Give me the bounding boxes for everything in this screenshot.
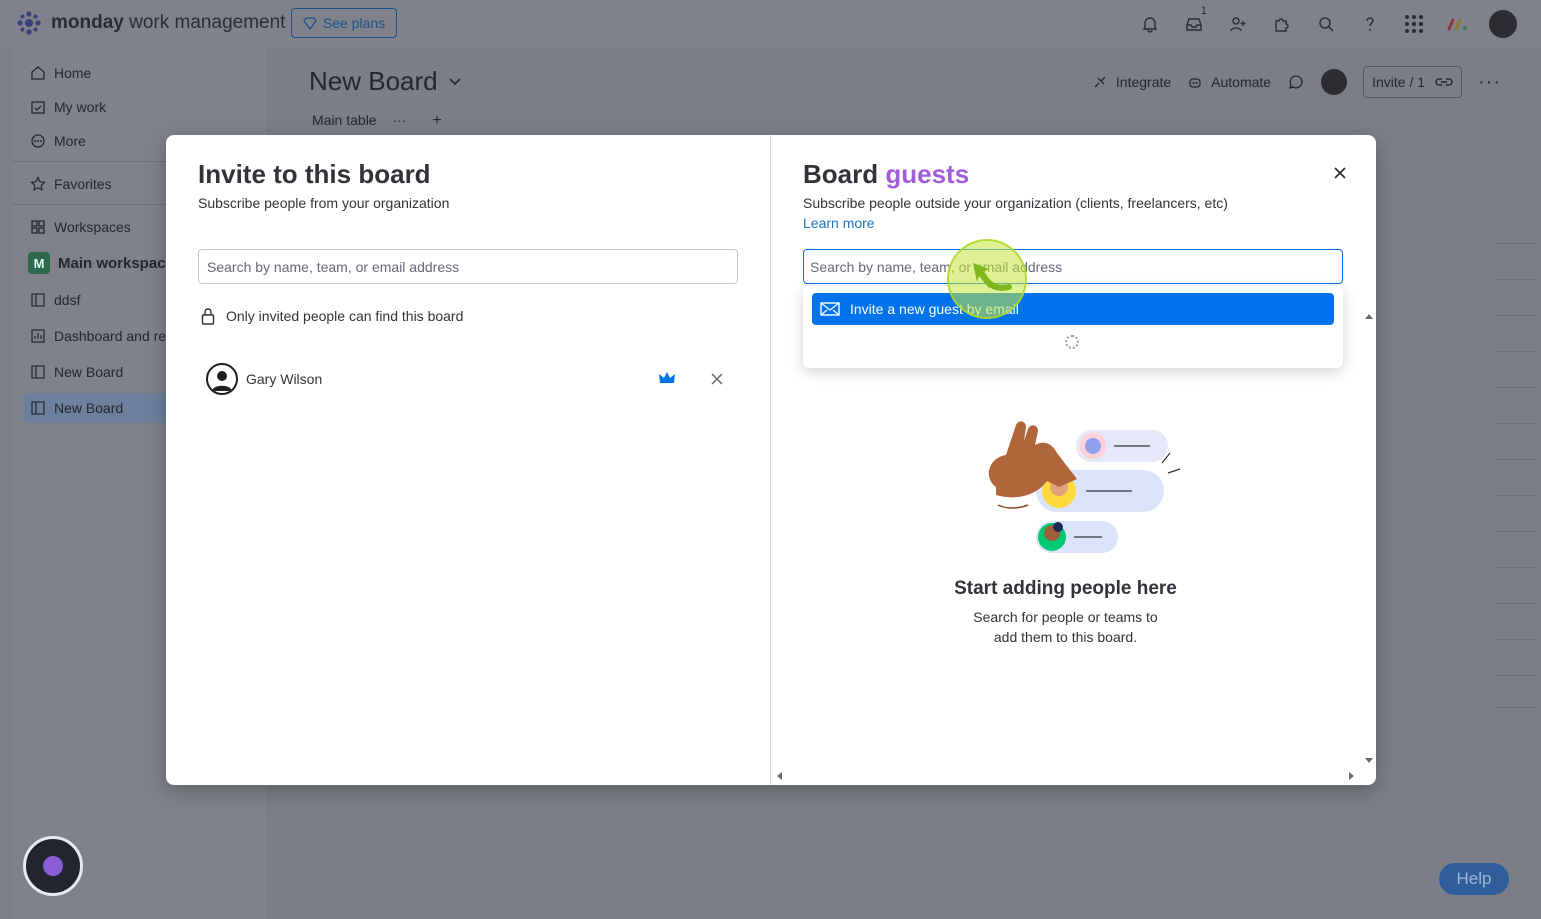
integrate-icon	[1094, 76, 1106, 88]
cursor-arrow-icon	[973, 263, 1012, 291]
guest-search-dropdown: Invite a new guest by email	[803, 286, 1343, 368]
table-row-line	[1496, 423, 1536, 424]
table-row-line	[1496, 387, 1536, 388]
inbox-badge: 1	[1200, 5, 1207, 17]
integrate-button[interactable]: Integrate	[1092, 74, 1171, 90]
recorder-button[interactable]	[23, 836, 83, 896]
table-row-line	[1496, 707, 1536, 708]
table-row-line	[1496, 495, 1536, 496]
remove-member-icon[interactable]	[708, 370, 726, 388]
board-share-icon	[31, 401, 45, 415]
empty-state-title: Start adding people here	[954, 578, 1177, 599]
workspace-selector[interactable]: M Main workspace	[28, 248, 168, 278]
table-row-line	[1496, 531, 1536, 532]
search-icon[interactable]	[1311, 9, 1341, 39]
help-icon[interactable]	[1355, 9, 1385, 39]
calendar-check-icon	[31, 101, 45, 114]
table-row-line	[1496, 243, 1536, 244]
modal-divider	[770, 135, 771, 785]
envelope-icon	[820, 302, 840, 316]
invite-members-button[interactable]: Invite / 1	[1363, 66, 1463, 98]
loading-spinner-icon	[1065, 335, 1079, 349]
scroll-up-arrow-icon[interactable]	[1364, 312, 1374, 320]
board-more-icon[interactable]: ···	[1478, 71, 1501, 94]
invite-panel-title: Invite to this board	[198, 159, 431, 189]
dashboard-icon	[31, 329, 45, 343]
table-row-line	[1496, 675, 1536, 676]
workspace-badge: M	[28, 252, 50, 274]
robot-icon	[1189, 78, 1201, 88]
record-dot-icon	[43, 856, 63, 876]
home-icon	[31, 66, 45, 80]
sidebar-board-new-board-active[interactable]: New Board	[30, 393, 123, 423]
table-row-line	[1496, 279, 1536, 280]
sidebar-item-favorites[interactable]: Favorites	[30, 169, 112, 199]
sidebar-item-more[interactable]: More	[30, 126, 86, 156]
tab-main-table[interactable]: Main table ··· +	[312, 112, 442, 130]
monday-logo-icon[interactable]	[16, 10, 42, 36]
board-icon	[31, 365, 45, 379]
board-title[interactable]: New Board	[309, 66, 462, 97]
empty-state-subtitle: Search for people or teams to add them t…	[973, 609, 1158, 645]
crown-icon[interactable]	[658, 371, 676, 385]
guests-panel-title: Board guests	[803, 159, 970, 189]
user-avatar[interactable]	[1487, 8, 1519, 40]
sidebar-item-workspaces[interactable]: Workspaces	[30, 212, 131, 242]
table-row-line	[1496, 603, 1536, 604]
table-row-line	[1496, 639, 1536, 640]
invite-panel-subtitle: Subscribe people from your organization	[198, 195, 450, 211]
sidebar-board-new-board[interactable]: New Board	[30, 357, 123, 387]
chevron-down-icon	[449, 77, 461, 85]
scroll-right-arrow-icon[interactable]	[1348, 771, 1356, 781]
see-plans-button[interactable]: See plans	[291, 8, 397, 38]
sidebar-item-home[interactable]: Home	[30, 58, 91, 88]
top-bar: monday work management See plans 1	[0, 0, 1541, 48]
updates-chat-icon[interactable]	[1287, 73, 1305, 91]
invite-member-icon[interactable]	[1223, 9, 1253, 39]
bell-icon[interactable]	[1135, 9, 1165, 39]
member-avatar	[206, 363, 238, 395]
table-row-line	[1496, 567, 1536, 568]
table-row-line	[1496, 459, 1536, 460]
star-icon	[30, 176, 46, 192]
apps-puzzle-icon[interactable]	[1267, 9, 1297, 39]
monday-product-icon[interactable]	[1443, 9, 1473, 39]
diamond-icon	[303, 17, 317, 30]
close-modal-button[interactable]	[1328, 161, 1352, 185]
more-circle-icon	[31, 134, 45, 148]
sidebar-board-dashboard[interactable]: Dashboard and reporting	[30, 321, 166, 351]
board-actions: Integrate Automate Invite / 1 ···	[1092, 66, 1501, 98]
table-row-line	[1496, 315, 1536, 316]
brand-name: monday work management	[51, 12, 286, 33]
click-highlight-marker	[947, 239, 1027, 319]
invite-board-modal: Invite to this board Subscribe people fr…	[166, 135, 1376, 785]
grid-icon	[31, 220, 45, 234]
scroll-down-arrow-icon[interactable]	[1364, 757, 1374, 765]
invite-guest-by-email-option[interactable]: Invite a new guest by email	[812, 293, 1334, 325]
member-row: Gary Wilson	[206, 362, 726, 396]
board-owner-avatar[interactable]	[1321, 69, 1348, 95]
table-row-line	[1496, 351, 1536, 352]
help-button[interactable]: Help	[1439, 863, 1509, 895]
inbox-icon[interactable]: 1	[1179, 5, 1209, 39]
guests-panel-subtitle: Subscribe people outside your organizati…	[803, 195, 1228, 211]
scroll-left-arrow-icon[interactable]	[775, 771, 783, 781]
privacy-setting[interactable]: Only invited people can find this board	[200, 307, 463, 325]
lock-icon	[201, 308, 215, 325]
app-grid-icon[interactable]	[1399, 9, 1429, 39]
board-icon	[31, 293, 45, 307]
sidebar-item-my-work[interactable]: My work	[30, 92, 106, 122]
close-icon	[1334, 167, 1346, 179]
add-people-illustration	[988, 421, 1181, 553]
link-icon[interactable]	[1435, 76, 1453, 88]
member-search-input[interactable]	[198, 249, 738, 284]
sidebar-board-ddsf[interactable]: ddsf	[30, 285, 80, 315]
add-view-icon[interactable]: +	[432, 112, 441, 129]
member-name: Gary Wilson	[246, 371, 323, 387]
automate-button[interactable]: Automate	[1187, 74, 1271, 90]
guest-search-input[interactable]	[803, 249, 1343, 284]
learn-more-link[interactable]: Learn more	[803, 215, 875, 231]
tab-more-icon[interactable]: ···	[392, 112, 406, 128]
top-bar-icons: 1	[1135, 5, 1519, 40]
